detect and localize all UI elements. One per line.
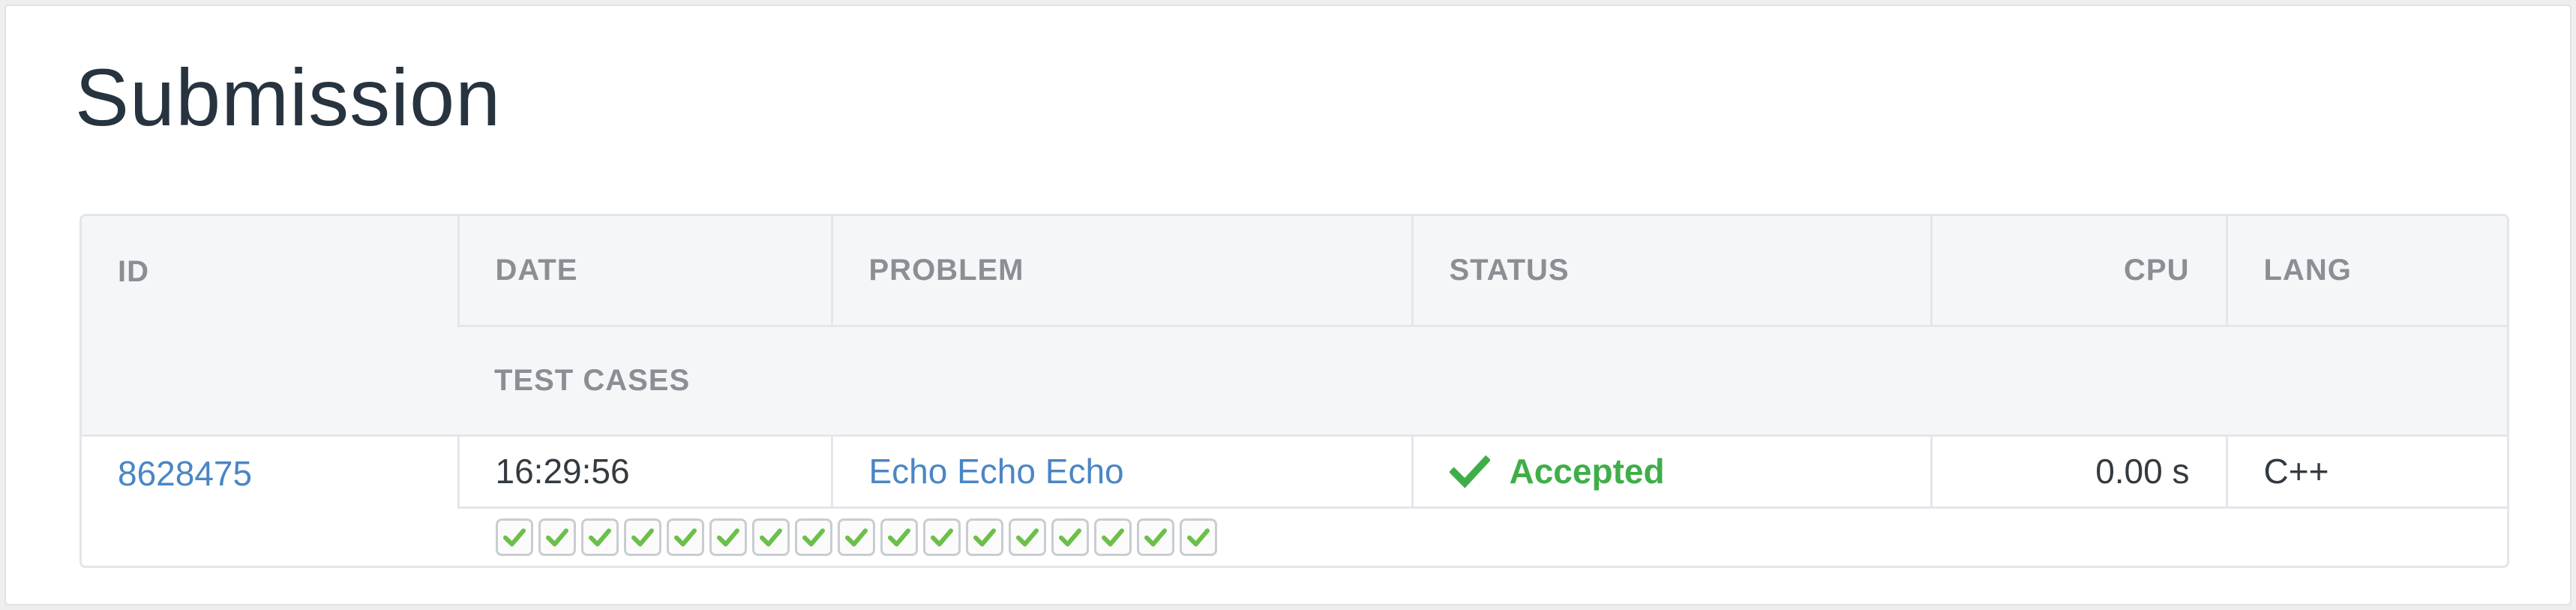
- table-row: 8628475 16:29:56 Echo Echo Echo Accepted: [82, 434, 2507, 566]
- language: C++: [2225, 434, 2507, 507]
- check-icon: [802, 528, 825, 547]
- submission-card: Submission ID DATE PROBLEM STATUS CPU LA…: [4, 5, 2572, 605]
- test-case-16[interactable]: [1137, 518, 1174, 556]
- check-icon: [760, 528, 782, 547]
- check-icon: [1449, 455, 1490, 488]
- test-case-6[interactable]: [709, 518, 747, 556]
- header-date: DATE: [457, 216, 832, 326]
- test-case-7[interactable]: [752, 518, 790, 556]
- submission-id-cell: 8628475: [82, 434, 458, 566]
- check-icon: [845, 528, 868, 547]
- test-case-15[interactable]: [1094, 518, 1132, 556]
- submission-date: 16:29:56: [457, 434, 832, 507]
- check-icon: [973, 528, 996, 547]
- status-cell: Accepted: [1411, 434, 1931, 507]
- header-cpu: CPU: [1930, 216, 2227, 326]
- check-icon: [888, 528, 910, 547]
- check-icon: [589, 528, 611, 547]
- test-case-3[interactable]: [581, 518, 619, 556]
- submission-id-link[interactable]: 8628475: [118, 454, 252, 493]
- test-case-10[interactable]: [880, 518, 918, 556]
- test-case-13[interactable]: [1009, 518, 1046, 556]
- status-text: Accepted: [1509, 452, 1665, 491]
- test-case-1[interactable]: [496, 518, 533, 556]
- page-title: Submission: [75, 52, 502, 143]
- test-case-8[interactable]: [795, 518, 832, 556]
- test-case-17[interactable]: [1180, 518, 1217, 556]
- problem-cell: Echo Echo Echo: [830, 434, 1412, 507]
- check-icon: [1102, 528, 1124, 547]
- check-icon: [503, 528, 526, 547]
- problem-link[interactable]: Echo Echo Echo: [869, 452, 1124, 491]
- check-icon: [1144, 528, 1167, 547]
- test-case-14[interactable]: [1051, 518, 1089, 556]
- test-case-12[interactable]: [966, 518, 1003, 556]
- test-case-2[interactable]: [538, 518, 576, 556]
- header-status: STATUS: [1411, 216, 1931, 326]
- test-case-11[interactable]: [923, 518, 961, 556]
- check-icon: [1016, 528, 1039, 547]
- check-icon: [931, 528, 953, 547]
- check-icon: [1059, 528, 1081, 547]
- check-icon: [717, 528, 739, 547]
- check-icon: [674, 528, 697, 547]
- test-case-9[interactable]: [838, 518, 875, 556]
- test-case-list: [496, 518, 2507, 556]
- test-case-5[interactable]: [667, 518, 704, 556]
- check-icon: [546, 528, 568, 547]
- test-cases-cell: [458, 506, 2507, 566]
- header-test-cases: TEST CASES: [458, 324, 2507, 435]
- submission-table: ID DATE PROBLEM STATUS CPU LANG TEST CAS…: [79, 214, 2509, 568]
- cpu-time: 0.00 s: [1930, 434, 2227, 507]
- header-problem: PROBLEM: [830, 216, 1412, 326]
- header-lang: LANG: [2225, 216, 2507, 326]
- check-icon: [1187, 528, 1210, 547]
- header-id: ID: [82, 216, 458, 435]
- table-header-row: ID DATE PROBLEM STATUS CPU LANG: [82, 216, 2507, 435]
- check-icon: [631, 528, 654, 547]
- test-case-4[interactable]: [624, 518, 661, 556]
